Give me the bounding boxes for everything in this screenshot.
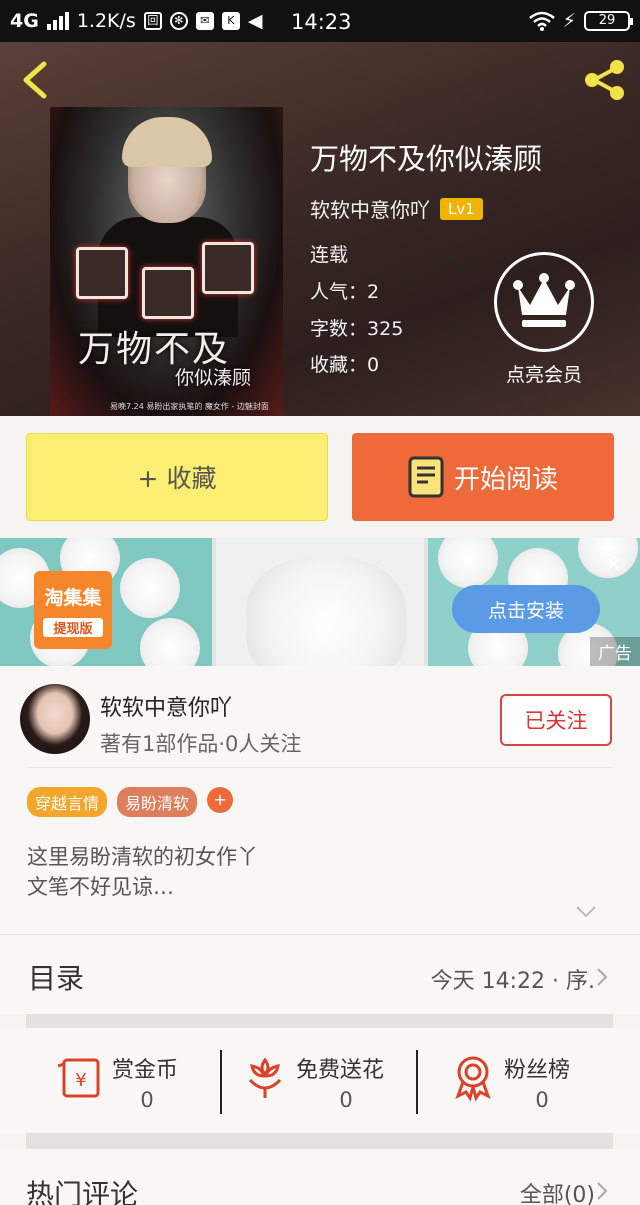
red-envelope-icon: ¥ (57, 1058, 100, 1098)
crown-icon (494, 252, 594, 352)
catalog-latest: 今天 14:22 · 序. (430, 969, 595, 994)
svg-text:¥: ¥ (75, 1070, 86, 1091)
chevron-right-icon (597, 968, 608, 986)
gold-coin-reward[interactable]: ¥ 赏金币 0 (56, 1046, 206, 1116)
reward-label: 赏金币 (112, 1058, 179, 1083)
ad-app-logo: 淘集集 提现版 (34, 571, 112, 649)
action-bar: + 收藏 开始阅读 (0, 416, 640, 538)
follow-button[interactable]: 已关注 (500, 694, 612, 746)
reward-value: 0 (535, 1088, 549, 1112)
divider (416, 1050, 418, 1114)
charging-icon: ⚡ (562, 10, 576, 32)
section-gap (26, 1014, 613, 1028)
clock: 14:23 (291, 10, 352, 34)
medal-icon (455, 1056, 491, 1102)
add-tag-button[interactable]: + (207, 787, 234, 813)
reward-bar: ¥ 赏金币 0 免费送花 0 粉丝榜 0 (0, 1028, 640, 1133)
cover-title-sub: 你似溱顾 (175, 367, 252, 389)
ad-tag: 广告 (590, 637, 640, 666)
send-flower-reward[interactable]: 免费送花 0 (240, 1046, 410, 1116)
catalog-title: 目录 (28, 962, 85, 995)
cover-photo-right (202, 242, 254, 294)
level-badge: Lv1 (440, 197, 483, 220)
network-speed: 1.2K/s (76, 10, 136, 32)
avatar[interactable] (20, 684, 90, 754)
mail-icon: ✉ (195, 12, 214, 30)
k-app-icon: K (221, 12, 240, 30)
fan-ranking[interactable]: 粉丝榜 0 (448, 1046, 598, 1116)
reward-label: 粉丝榜 (504, 1058, 571, 1083)
hot-comments-header: 热门评论 全部(0) (0, 1149, 640, 1205)
book-intro: 这里易盼清软的初女作丫 文笔不好见谅… (27, 842, 258, 902)
add-favorite-button[interactable]: + 收藏 (26, 433, 328, 521)
start-reading-button[interactable]: 开始阅读 (352, 433, 614, 521)
tag-list: 穿越言情 易盼清软 + (27, 787, 234, 817)
favorites-value: 0 (367, 354, 380, 376)
ad-close-icon[interactable]: ✕ (605, 552, 622, 576)
ad-logo-text: 淘集集 (44, 587, 102, 609)
book-cover[interactable]: 万物不及 你似溱顾 易晚7.24 易盼出家执笔的 魔女作 - 边魅封面 (50, 107, 283, 416)
word-count-label: 字数： (310, 318, 368, 340)
ad-logo-sub: 提现版 (43, 618, 103, 637)
favorites-row: 收藏：0 (310, 350, 379, 377)
favorites-label: 收藏： (310, 354, 368, 376)
tag-chip[interactable]: 易盼清软 (117, 787, 198, 817)
author-card: 软软中意你吖 著有1部作品·0人关注 已关注 穿越言情 易盼清软 + 这里易盼清… (0, 666, 640, 934)
cover-credit: 易晚7.24 易盼出家执笔的 魔女作 - 边魅封面 (110, 402, 269, 411)
battery-level: 29 (598, 13, 616, 28)
divider (26, 767, 614, 768)
book-header: 万物不及 你似溱顾 易晚7.24 易盼出家执笔的 魔女作 - 边魅封面 万物不及… (0, 42, 640, 416)
chevron-right-icon (597, 1182, 608, 1200)
cover-photo-center (142, 267, 194, 319)
wifi-icon (528, 11, 555, 31)
all-comments-link[interactable]: 全部(0) (520, 1177, 595, 1205)
back-icon[interactable] (18, 60, 52, 100)
intro-line: 这里易盼清软的初女作丫 (27, 845, 258, 869)
vip-button[interactable]: 点亮会员 (492, 252, 596, 387)
vip-label: 点亮会员 (505, 364, 582, 386)
popularity-value: 2 (367, 281, 380, 303)
ad-panel-center (216, 538, 424, 666)
ad-install-button[interactable]: 点击安装 (452, 585, 600, 633)
author-name[interactable]: 软软中意你吖 (310, 194, 430, 223)
word-count-value: 325 (367, 318, 404, 340)
status-bar: 4G 1.2K/s 回 ✻ ✉ K ◀ 14:23 ⚡ 29 (0, 0, 640, 42)
share-icon[interactable] (580, 56, 628, 104)
author-stats: 著有1部作品·0人关注 (100, 732, 302, 756)
divider (220, 1050, 222, 1114)
book-status: 连载 (310, 244, 349, 266)
signal-icon (46, 12, 69, 30)
flower-icon (248, 1057, 282, 1098)
fan-icon: ✻ (169, 12, 188, 30)
word-count-row: 字数：325 (310, 314, 403, 341)
network-type: 4G (10, 10, 39, 32)
book-icon (408, 456, 444, 498)
author-line[interactable]: 软软中意你吖 Lv1 (310, 194, 483, 223)
tag-chip[interactable]: 穿越言情 (27, 787, 108, 817)
chevron-down-icon[interactable] (576, 906, 596, 918)
notification-icon: 回 (143, 12, 162, 30)
hot-comments-title: 热门评论 (26, 1178, 139, 1205)
intro-line: 文笔不好见谅… (27, 875, 174, 899)
popularity-label: 人气： (310, 281, 368, 303)
reward-value: 0 (140, 1088, 154, 1112)
book-title: 万物不及你似溱顾 (310, 142, 543, 176)
ad-banner[interactable]: 淘集集 提现版 点击安装 ✕ 广告 (0, 538, 640, 666)
cover-hair (122, 117, 212, 167)
popularity-row: 人气：2 (310, 277, 379, 304)
mute-icon: ◀ (247, 10, 263, 32)
section-gap (26, 1133, 613, 1149)
start-reading-label: 开始阅读 (453, 464, 558, 495)
reward-value: 0 (339, 1088, 353, 1112)
reward-label: 免费送花 (296, 1058, 385, 1083)
author-card-name[interactable]: 软软中意你吖 (100, 690, 232, 722)
catalog-row[interactable]: 目录 今天 14:22 · 序. (0, 934, 640, 1014)
cover-photo-left (76, 247, 128, 299)
battery-icon: 29 (584, 11, 633, 31)
